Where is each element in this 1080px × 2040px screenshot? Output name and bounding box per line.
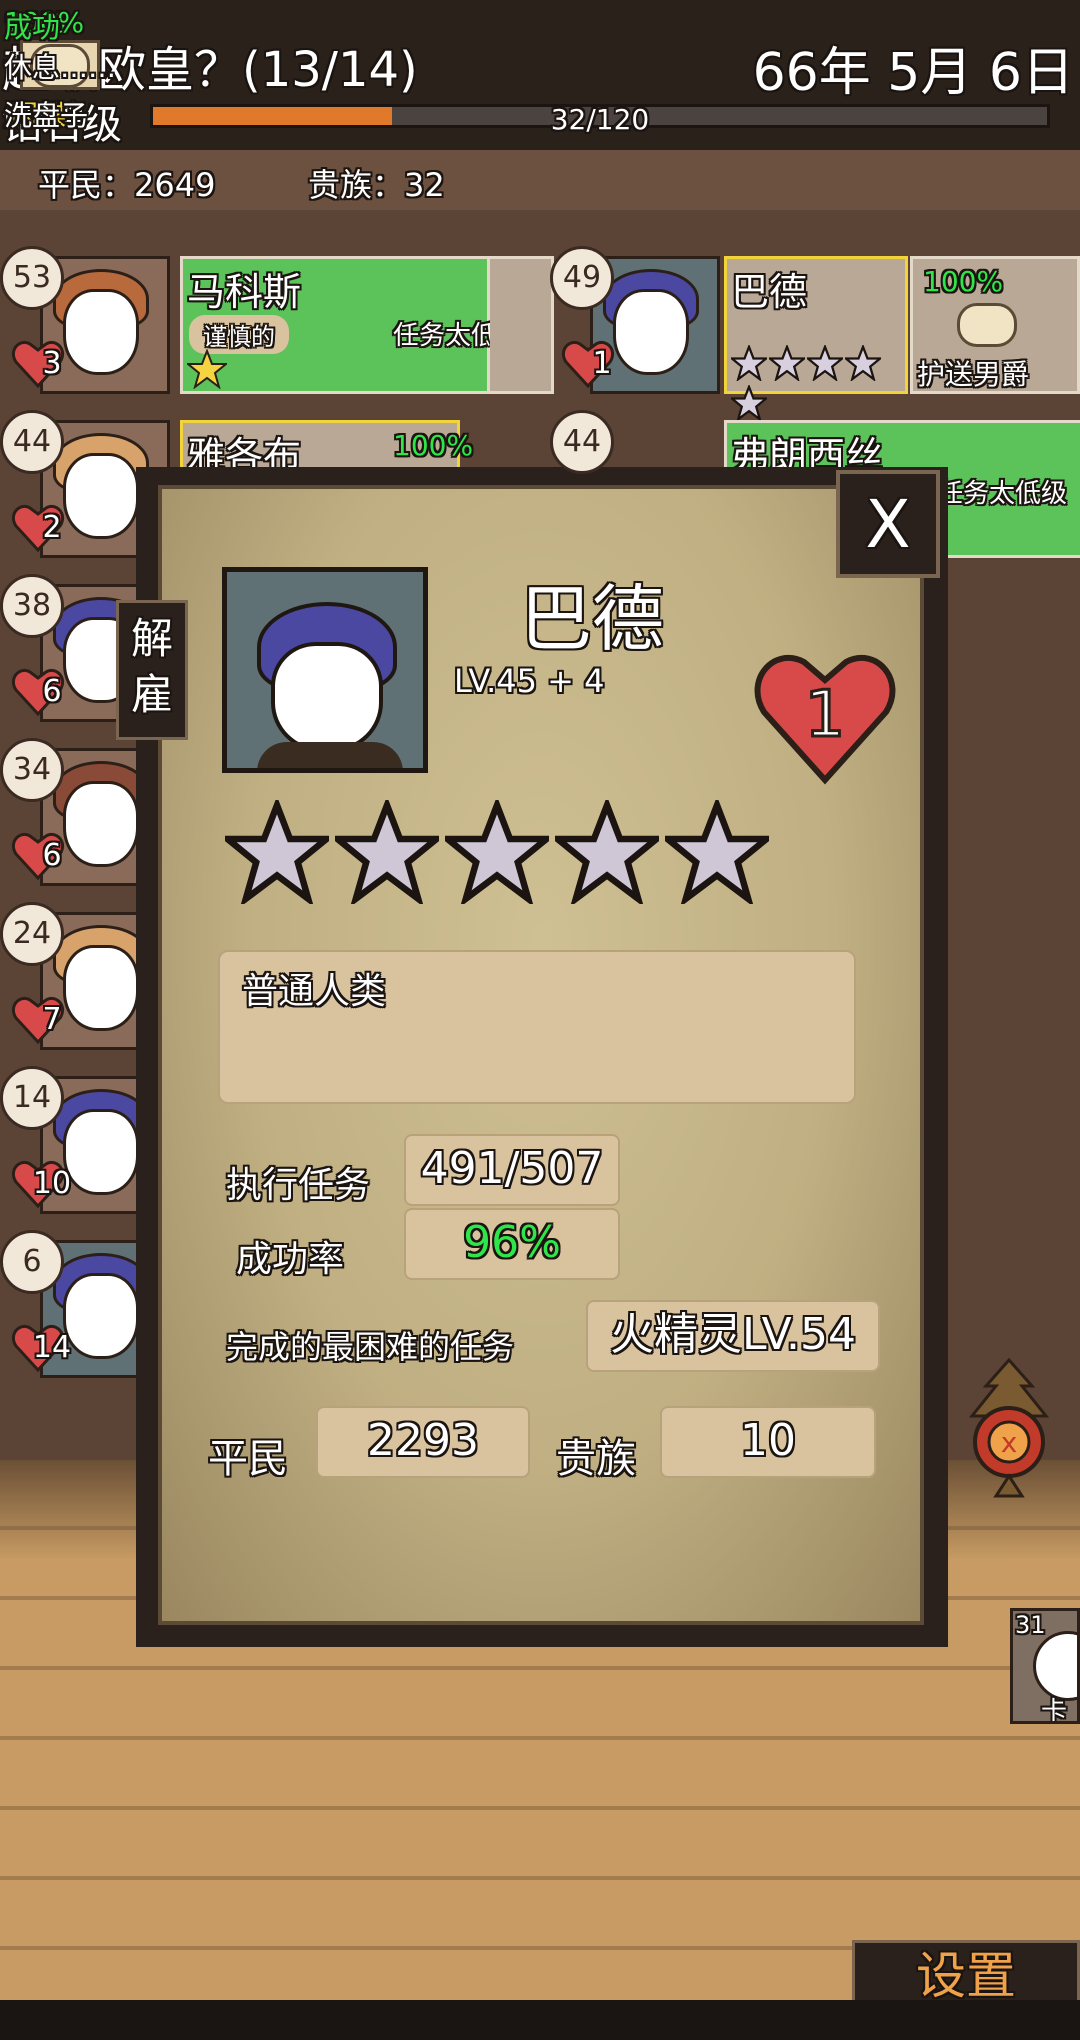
heart-count: 14 (32, 1330, 72, 1365)
svg-text:x: x (1001, 1426, 1018, 1459)
face (271, 642, 383, 752)
game-date: 66年 5月 6日 (752, 43, 1074, 103)
hardest-mission-value: 火精灵LV.54 (586, 1300, 880, 1372)
mission-status: 休息…… (4, 51, 117, 84)
star-icon (555, 800, 659, 904)
hero-detail-name: 巴德 (520, 577, 665, 661)
detail-commoners-value: 2293 (316, 1406, 530, 1478)
collar (257, 742, 403, 768)
detail-commoners-label: 平民 (208, 1436, 288, 1482)
heart-count: 1 (592, 346, 612, 381)
mission-slot (490, 256, 554, 394)
detail-nobles-value: 10 (660, 1406, 876, 1478)
star-icon (728, 343, 770, 383)
hero-detail-portrait (222, 567, 428, 773)
level-badge: 6 (0, 1230, 64, 1294)
missions-label: 执行任务 (226, 1165, 371, 1206)
level-badge: 44 (550, 410, 614, 474)
heart-count: 3 (42, 346, 62, 381)
level-badge: 44 (0, 410, 64, 474)
hero-description: 普通人类 (242, 971, 387, 1012)
mission-progress: 100% (923, 265, 1004, 298)
mission-slot[interactable]: 100% 护送男爵 (910, 256, 1080, 394)
heart-count: 1 (805, 678, 846, 752)
mission-progress: 100% (393, 429, 474, 462)
hero-description-box: 普通人类 (218, 950, 856, 1104)
nobles-total: 贵族：32 (308, 166, 445, 204)
star-icon (225, 800, 329, 904)
heart-count: 7 (42, 1002, 62, 1037)
fire-button[interactable]: 解雇 (116, 600, 188, 740)
xp-progress-bar: 32/120 (150, 103, 1050, 136)
mission-progress: 成功 (4, 11, 61, 44)
hero-card-marcus[interactable]: 53 3 马科斯 谨慎的 任务太低级 (0, 246, 554, 396)
mission-name: 护送男爵 (917, 358, 1030, 391)
hero-card-8[interactable]: 14 10 (0, 1066, 170, 1216)
star-icon (728, 383, 770, 423)
hero-name: 巴德 (731, 270, 808, 314)
star-icon (445, 800, 549, 904)
star-rating (728, 343, 905, 425)
level-badge: 14 (0, 1066, 64, 1130)
hardest-mission-label: 完成的最困难的任务 (226, 1328, 515, 1366)
hero-info: 马科斯 谨慎的 任务太低级 (180, 256, 523, 394)
hero-card-bard[interactable]: 49 1 巴德 100% 护送男爵 (550, 246, 1080, 423)
detail-nobles-label: 贵族 (556, 1436, 636, 1482)
cancel-emblem-icon[interactable]: x (962, 1356, 1056, 1506)
top-bar: 超级欧皇？(13/14) 66年 5月 6日 钻石级 32/120 (0, 0, 1080, 150)
hero-card-9[interactable]: 6 14 (0, 1230, 170, 1380)
heart-count: 2 (42, 510, 62, 545)
xp-progress-text: 32/120 (550, 103, 650, 136)
level-badge: 34 (0, 738, 64, 802)
level-badge: 24 (0, 902, 64, 966)
success-rate-label: 成功率 (236, 1239, 345, 1280)
level-badge: 31 (1015, 1611, 1046, 1639)
star-icon (842, 343, 884, 383)
level-badge: 53 (0, 246, 64, 310)
heart-count: 10 (32, 1166, 72, 1201)
heart-icon: 1 (754, 654, 896, 785)
hero-status: 任务太低级 (937, 479, 1068, 509)
level-badge: 49 (550, 246, 614, 310)
mission-name: 洗盘子 (4, 99, 89, 132)
hero-card-side[interactable]: 31 卡尼 (1010, 1608, 1080, 1724)
hero-detail-level: LV.45 + 4 (454, 662, 605, 700)
heart-count: 6 (42, 838, 62, 873)
close-button[interactable]: X (836, 470, 940, 578)
star-icon (187, 349, 227, 389)
star-icon (665, 800, 769, 904)
missions-value: 491/507 (404, 1134, 620, 1206)
success-rate-value: 96% (404, 1208, 620, 1280)
hero-name: 马科斯 (187, 270, 302, 314)
heart-count: 6 (42, 674, 62, 709)
population-bar: 平民：2649 贵族：32 (0, 150, 1080, 210)
star-icon (335, 800, 439, 904)
star-icon (804, 343, 846, 383)
scroll-icon (957, 303, 1017, 347)
level-badge: 38 (0, 574, 64, 638)
hero-info: 巴德 (724, 256, 908, 423)
hero-card-7[interactable]: 24 7 (0, 902, 170, 1052)
commoners-total: 平民：2649 (38, 166, 216, 204)
hero-name: 卡尼 (1041, 1697, 1068, 1724)
hero-card-6[interactable]: 34 6 (0, 738, 170, 888)
bottom-edge (0, 2000, 1080, 2040)
star-icon (766, 343, 808, 383)
